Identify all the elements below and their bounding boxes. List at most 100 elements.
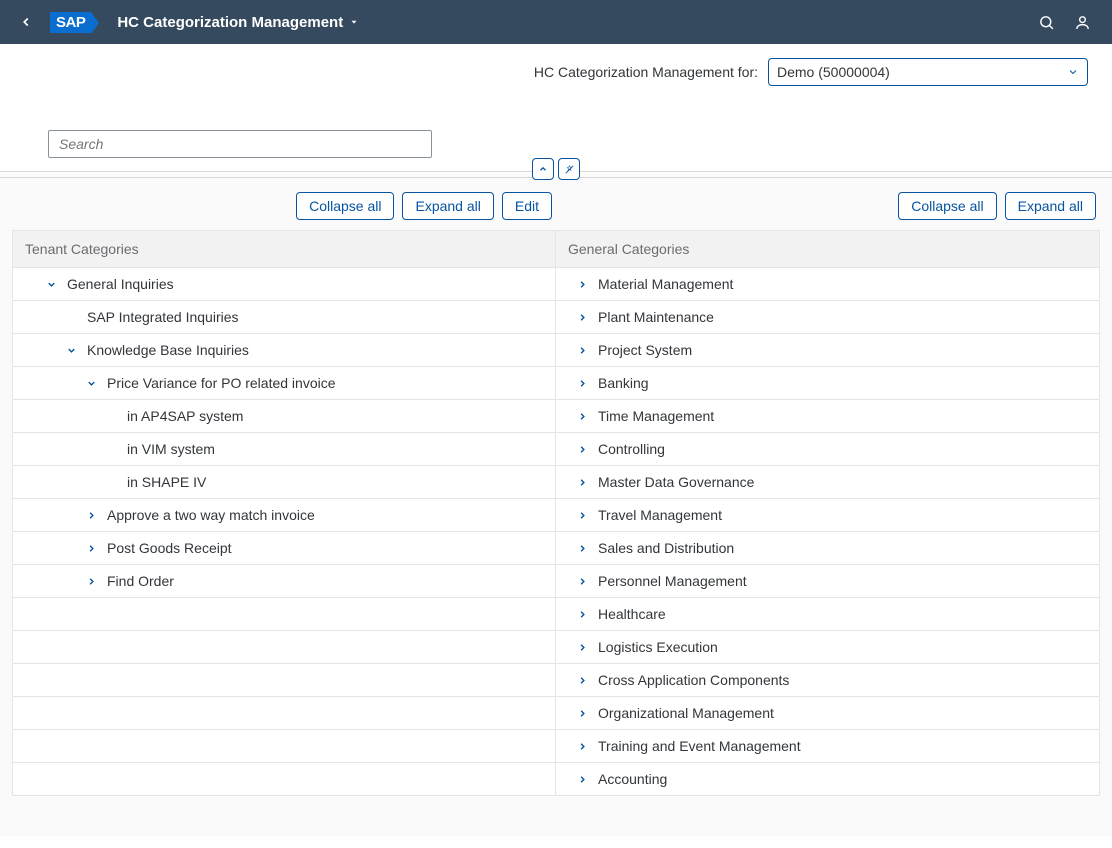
tree-row-label: Travel Management: [598, 507, 722, 523]
tenant-collapse-all-button[interactable]: Collapse all: [296, 192, 394, 220]
collapse-header-button[interactable]: [532, 158, 554, 180]
chevron-down-icon[interactable]: [43, 276, 59, 292]
tree-row[interactable]: SAP Integrated Inquiries: [12, 301, 556, 334]
tree-row: [12, 697, 556, 730]
tree-row[interactable]: Accounting: [556, 763, 1100, 796]
tree-row: [12, 763, 556, 796]
tree-row[interactable]: Travel Management: [556, 499, 1100, 532]
chevron-right-icon[interactable]: [574, 408, 590, 424]
general-tree: Material Management Plant Maintenance Proj…: [556, 268, 1100, 796]
user-icon[interactable]: [1064, 4, 1100, 40]
chevron-right-icon[interactable]: [574, 771, 590, 787]
chevron-right-icon[interactable]: [574, 672, 590, 688]
tree-row-label: in SHAPE IV: [127, 474, 206, 490]
tree-row: [12, 598, 556, 631]
tree-row[interactable]: Post Goods Receipt: [12, 532, 556, 565]
tree-row-label: Cross Application Components: [598, 672, 789, 688]
tree-row-label: Time Management: [598, 408, 714, 424]
chevron-right-icon[interactable]: [574, 738, 590, 754]
chevron-right-icon[interactable]: [574, 507, 590, 523]
tree-row[interactable]: Find Order: [12, 565, 556, 598]
tree-row-label: Project System: [598, 342, 692, 358]
tree-row[interactable]: Project System: [556, 334, 1100, 367]
tree-row-label: Healthcare: [598, 606, 666, 622]
tree-row[interactable]: General Inquiries: [12, 268, 556, 301]
tree-row[interactable]: Knowledge Base Inquiries: [12, 334, 556, 367]
tree-row-label: Find Order: [107, 573, 174, 589]
tree-row-label: Sales and Distribution: [598, 540, 734, 556]
tree-row[interactable]: in VIM system: [12, 433, 556, 466]
chevron-right-icon[interactable]: [574, 540, 590, 556]
tree-row-label: Training and Event Management: [598, 738, 801, 754]
chevron-right-icon[interactable]: [574, 639, 590, 655]
tenant-edit-button[interactable]: Edit: [502, 192, 552, 220]
tenant-select[interactable]: Demo (50000004): [768, 58, 1088, 86]
filter-bar: HC Categorization Management for: Demo (…: [0, 44, 1112, 92]
tree-row[interactable]: Training and Event Management: [556, 730, 1100, 763]
tree-row[interactable]: in AP4SAP system: [12, 400, 556, 433]
tree-row[interactable]: Cross Application Components: [556, 664, 1100, 697]
tree-row[interactable]: Price Variance for PO related invoice: [12, 367, 556, 400]
chevron-right-icon[interactable]: [574, 342, 590, 358]
tree-row-label: Accounting: [598, 771, 667, 787]
general-collapse-all-button[interactable]: Collapse all: [898, 192, 996, 220]
chevron-right-icon[interactable]: [574, 573, 590, 589]
chevron-down-icon[interactable]: [63, 342, 79, 358]
tree-row[interactable]: Banking: [556, 367, 1100, 400]
tree-row[interactable]: Plant Maintenance: [556, 301, 1100, 334]
chevron-right-icon[interactable]: [83, 573, 99, 589]
general-expand-all-button[interactable]: Expand all: [1005, 192, 1096, 220]
tree-row-label: SAP Integrated Inquiries: [87, 309, 239, 325]
tree-row-label: Post Goods Receipt: [107, 540, 232, 556]
tree-row-label: Personnel Management: [598, 573, 747, 589]
tree-row[interactable]: Organizational Management: [556, 697, 1100, 730]
chevron-down-icon: [1067, 66, 1079, 78]
tree-row: [12, 664, 556, 697]
tree-row-label: Price Variance for PO related invoice: [107, 375, 336, 391]
filter-label: HC Categorization Management for:: [534, 64, 758, 80]
chevron-right-icon[interactable]: [574, 309, 590, 325]
sap-logo: SAP: [50, 12, 91, 33]
chevron-right-icon[interactable]: [574, 474, 590, 490]
tree-row[interactable]: Time Management: [556, 400, 1100, 433]
page-title: HC Categorization Management: [117, 14, 343, 31]
tree-row-label: Approve a two way match invoice: [107, 507, 315, 523]
search-input[interactable]: [48, 130, 432, 158]
tree-row-label: Knowledge Base Inquiries: [87, 342, 249, 358]
chevron-right-icon[interactable]: [574, 606, 590, 622]
tree-row-label: General Inquiries: [67, 276, 174, 292]
header-collapse-bar: [0, 164, 1112, 178]
chevron-down-icon[interactable]: [83, 375, 99, 391]
search-row: [0, 92, 1112, 164]
tree-row-label: in AP4SAP system: [127, 408, 243, 424]
chevron-right-icon[interactable]: [574, 705, 590, 721]
search-icon[interactable]: [1028, 4, 1064, 40]
chevron-right-icon[interactable]: [83, 507, 99, 523]
tree-row[interactable]: Logistics Execution: [556, 631, 1100, 664]
tree-row[interactable]: Controlling: [556, 433, 1100, 466]
tree-row-label: Banking: [598, 375, 649, 391]
tenant-expand-all-button[interactable]: Expand all: [402, 192, 493, 220]
general-categories-header: General Categories: [556, 230, 1100, 268]
back-button[interactable]: [12, 8, 40, 36]
tree-row-label: Controlling: [598, 441, 665, 457]
chevron-right-icon[interactable]: [574, 276, 590, 292]
chevron-right-icon[interactable]: [83, 540, 99, 556]
tree-row[interactable]: Master Data Governance: [556, 466, 1100, 499]
chevron-right-icon[interactable]: [574, 375, 590, 391]
tree-row-label: in VIM system: [127, 441, 215, 457]
tree-row[interactable]: Material Management: [556, 268, 1100, 301]
chevron-right-icon[interactable]: [574, 441, 590, 457]
tree-row[interactable]: Sales and Distribution: [556, 532, 1100, 565]
tenant-select-value: Demo (50000004): [777, 64, 890, 80]
page-title-dropdown[interactable]: HC Categorization Management: [117, 14, 359, 31]
tree-row[interactable]: Healthcare: [556, 598, 1100, 631]
chevron-down-icon: [349, 17, 359, 27]
tree-row-label: Organizational Management: [598, 705, 774, 721]
tree-row[interactable]: in SHAPE IV: [12, 466, 556, 499]
tree-row-label: Plant Maintenance: [598, 309, 714, 325]
tree-row-label: Master Data Governance: [598, 474, 754, 490]
tree-row[interactable]: Approve a two way match invoice: [12, 499, 556, 532]
pin-header-button[interactable]: [558, 158, 580, 180]
tree-row[interactable]: Personnel Management: [556, 565, 1100, 598]
